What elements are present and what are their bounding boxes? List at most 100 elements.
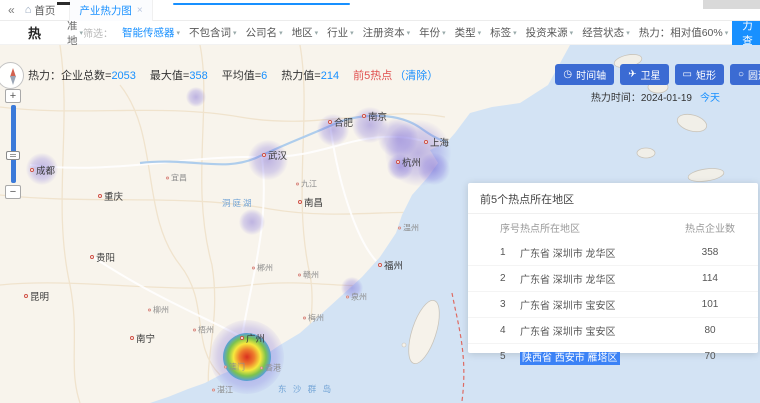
- map-button-label: 圆形: [748, 67, 760, 82]
- filter-dropdown[interactable]: 注册资本▾: [363, 25, 411, 40]
- cell-region: 广东省 深圳市 龙华区: [520, 266, 680, 292]
- stat-value: 6: [261, 70, 267, 82]
- filter-dropdown[interactable]: 年份▾: [419, 25, 446, 40]
- table-row[interactable]: 5陕西省 西安市 雁塔区70: [468, 344, 758, 370]
- filter-dropdown[interactable]: 地区▾: [292, 25, 319, 40]
- filter-dropdown[interactable]: 公司名▾: [246, 25, 283, 40]
- region-text: 广东省 深圳市 宝安区: [520, 301, 616, 312]
- cell-index: 2: [468, 266, 520, 292]
- chevron-down-icon: ▾: [626, 29, 630, 37]
- filter-label: 投资来源: [526, 25, 568, 40]
- map-button-label: 卫星: [641, 67, 661, 82]
- top5-hotspots-link[interactable]: 前5热点: [353, 70, 392, 82]
- filter-dropdown[interactable]: 不包含词▾: [189, 25, 237, 40]
- window-dash-decoration: [57, 2, 70, 5]
- home-label: 首页: [34, 3, 55, 18]
- filter-label: 热力：相对值60%: [639, 25, 723, 40]
- zoom-slider-handle[interactable]: [6, 151, 20, 160]
- tab-industry-heatmap[interactable]: 产业热力图 ×: [69, 0, 152, 21]
- today-link[interactable]: 今天: [700, 93, 720, 104]
- clear-link[interactable]: （清除）: [394, 70, 438, 82]
- filter-label: 行业: [327, 25, 348, 40]
- filter-label: 类型: [455, 25, 476, 40]
- table-row[interactable]: 2广东省 深圳市 龙华区 114: [468, 266, 758, 292]
- cell-index: 4: [468, 318, 520, 344]
- zoom-slider-track[interactable]: [11, 105, 16, 183]
- chevron-down-icon: ▾: [725, 29, 729, 37]
- filter-dropdown[interactable]: 热力：相对值60%▾: [639, 25, 729, 40]
- chevron-down-icon: ▾: [570, 29, 574, 37]
- panel-title: 前5个热点所在地区: [468, 183, 758, 214]
- region-text: 广东省 深圳市 宝安区: [520, 327, 616, 338]
- cell-count: 114: [680, 266, 758, 292]
- clock-icon: ◷: [563, 69, 572, 80]
- zoom-in-button[interactable]: +: [5, 89, 21, 103]
- stat-value: 214: [321, 70, 339, 82]
- stat-metric: 企业总数=2053: [61, 70, 136, 82]
- region-text: 广东省 深圳市 龙华区: [520, 275, 616, 286]
- map-button-rectangle[interactable]: ▭矩形: [675, 64, 724, 85]
- map-button-clock[interactable]: ◷ 时间轴: [555, 64, 614, 85]
- chevron-down-icon: ▾: [442, 29, 446, 37]
- col-header-region: 热点所在地区: [520, 214, 680, 240]
- stat-value: 358: [189, 70, 207, 82]
- breadcrumb-home[interactable]: ⌂ 首页: [25, 3, 56, 18]
- filter-label: 不包含词: [189, 25, 231, 40]
- map-button-satellite[interactable]: ✈卫星: [620, 64, 668, 85]
- chevron-down-icon: ▾: [407, 29, 411, 37]
- filter-dropdown[interactable]: 经营状态▾: [582, 25, 630, 40]
- filter-label: 标签: [490, 25, 511, 40]
- collapse-sidebar-icon[interactable]: «: [8, 3, 15, 17]
- zoom-out-button[interactable]: −: [5, 185, 21, 199]
- stats-prefix: 热力：: [28, 70, 61, 82]
- close-icon[interactable]: ×: [137, 5, 143, 16]
- map-zoom-control: + −: [5, 89, 22, 199]
- region-text: 陕西省 西安市 雁塔区: [520, 352, 620, 365]
- stat-metric: 平均值=6: [222, 70, 268, 82]
- filter-dropdown[interactable]: 行业▾: [327, 25, 354, 40]
- cell-region: 广东省 深圳市 龙华区: [520, 240, 680, 266]
- table-row[interactable]: 3广东省 深圳市 宝安区 101: [468, 292, 758, 318]
- cell-index: 5: [468, 344, 520, 370]
- rectangle-icon: ▭: [683, 69, 692, 80]
- chevron-down-icon: ▾: [478, 29, 482, 37]
- heat-time-date[interactable]: 2024-01-19: [641, 93, 692, 104]
- stat-metric: 最大值=358: [150, 70, 208, 82]
- map-tool-buttons: ◷ 时间轴 ✈卫星 ▭矩形 ○圆形: [555, 64, 760, 85]
- cell-region: 广东省 深圳市 宝安区: [520, 318, 680, 344]
- titlebar-fragment: [703, 0, 760, 9]
- filter-prefix-label: 筛选：: [83, 25, 113, 40]
- tab-label: 产业热力图: [79, 3, 132, 18]
- cell-index: 3: [468, 292, 520, 318]
- heatmap-canvas[interactable]: 成都重庆武汉合肥南京上海杭州南昌福州贵阳昆明南宁广州澳门香港湛江宜昌九江郴州赣州…: [0, 45, 760, 403]
- region-text: 广东省 深圳市 龙华区: [520, 249, 616, 260]
- cell-count: 358: [680, 240, 758, 266]
- filter-label: 注册资本: [363, 25, 405, 40]
- table-row[interactable]: 4广东省 深圳市 宝安区80: [468, 318, 758, 344]
- heat-time-label: 热力时间：: [591, 93, 641, 104]
- filter-dropdown[interactable]: 标签▾: [490, 25, 517, 40]
- filter-dropdown[interactable]: 类型▾: [455, 25, 482, 40]
- filter-group: 筛选： 智能传感器▾不包含词▾公司名▾地区▾行业▾注册资本▾年份▾类型▾标签▾投…: [83, 25, 728, 40]
- chevron-down-icon: ▾: [177, 29, 181, 37]
- filter-label: 地区: [292, 25, 313, 40]
- heat-time: 热力时间：2024-01-19 今天: [591, 89, 720, 104]
- filter-dropdown[interactable]: 投资来源▾: [526, 25, 574, 40]
- stat-metric: 热力值=214: [281, 70, 339, 82]
- home-icon: ⌂: [25, 4, 32, 16]
- filter-label: 智能传感器: [122, 25, 175, 40]
- heat-stats: 热力：企业总数=2053 最大值=358 平均值=6 热力值=214 前5热点（清除）: [28, 67, 438, 83]
- stat-value: 2053: [111, 70, 135, 82]
- cell-region: 广东省 深圳市 宝安区: [520, 292, 680, 318]
- top5-hotspot-panel: 前5个热点所在地区 序号 热点所在地区 热点企业数 1广东省 深圳市 龙华区35…: [468, 183, 758, 353]
- filter-label: 经营状态: [582, 25, 624, 40]
- chevron-down-icon: ▾: [233, 29, 237, 37]
- map-button-circle[interactable]: ○圆形: [730, 64, 760, 85]
- map-button-label: 时间轴: [576, 67, 606, 82]
- compass-needle-icon: [10, 76, 16, 85]
- filter-dropdown[interactable]: 智能传感器▾: [122, 25, 180, 40]
- col-header-count: 热点企业数: [680, 214, 758, 240]
- cell-count: 101: [680, 292, 758, 318]
- table-row[interactable]: 1广东省 深圳市 龙华区358: [468, 240, 758, 266]
- cell-region: 陕西省 西安市 雁塔区: [520, 344, 680, 370]
